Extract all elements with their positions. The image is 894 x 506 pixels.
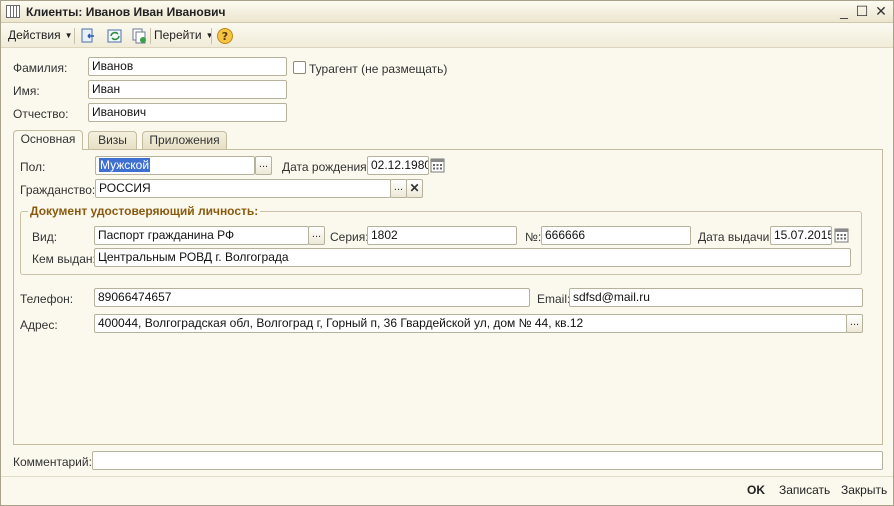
number-label: №: (525, 230, 542, 244)
save-button[interactable]: Записать (779, 483, 830, 497)
first-name-field[interactable]: Иван (88, 80, 287, 99)
close-window-button[interactable]: ✕ (873, 4, 889, 20)
table-icon (6, 5, 20, 18)
copy-icon[interactable] (130, 27, 148, 45)
issued-by-field[interactable]: Центральным РОВД г. Волгограда (94, 248, 851, 267)
email-field[interactable]: sdfsd@mail.ru (569, 288, 863, 307)
issue-date-field[interactable]: 15.07.2015 (770, 226, 832, 245)
citizenship-clear-button[interactable]: ✕ (406, 179, 423, 198)
identity-document-title: Документ удостоверяющий личность: (28, 204, 261, 218)
client-form-window: Клиенты: Иванов Иван Иванович _ ☐ ✕ Дейс… (0, 0, 894, 506)
caret-down-icon: ▼ (64, 31, 73, 40)
toolbar-separator (150, 28, 151, 44)
goto-menu-label: Перейти (154, 28, 202, 42)
title-bar[interactable]: Клиенты: Иванов Иван Иванович _ ☐ ✕ (1, 1, 893, 23)
gender-value: Мужской (99, 158, 151, 172)
middle-name-label: Отчество: (13, 107, 69, 121)
comment-label: Комментарий: (13, 455, 92, 469)
caret-down-icon: ▼ (205, 31, 214, 40)
number-field[interactable]: 666666 (541, 226, 691, 245)
toolbar-separator (211, 28, 212, 44)
citizenship-select-button[interactable]: ... (390, 179, 407, 198)
phone-field[interactable]: 89066474657 (94, 288, 530, 307)
doc-type-field[interactable]: Паспорт гражданина РФ (94, 226, 309, 245)
gender-select-button[interactable]: ... (255, 156, 272, 175)
first-name-label: Имя: (13, 84, 40, 98)
address-label: Адрес: (20, 318, 58, 332)
maximize-button[interactable]: ☐ (854, 4, 870, 20)
phone-label: Телефон: (20, 292, 74, 306)
series-label: Серия: (330, 230, 369, 244)
tab-attachments[interactable]: Приложения (142, 131, 227, 150)
close-button[interactable]: Закрыть (841, 483, 887, 497)
address-field[interactable]: 400044, Волгоградская обл, Волгоград г, … (94, 314, 847, 333)
citizenship-field[interactable]: РОССИЯ (95, 179, 391, 198)
tour-agent-label: Турагент (не размещать) (309, 62, 448, 76)
minimize-button[interactable]: _ (836, 4, 852, 20)
window-title: Клиенты: Иванов Иван Иванович (26, 5, 226, 19)
actions-menu[interactable]: Действия ▼ (8, 28, 73, 45)
gender-label: Пол: (20, 160, 46, 174)
birth-date-field[interactable]: 02.12.1980 (367, 156, 429, 175)
doc-type-label: Вид: (32, 230, 58, 244)
goto-menu[interactable]: Перейти ▼ (154, 28, 213, 45)
gender-field[interactable]: Мужской (95, 156, 255, 175)
birth-date-label: Дата рождения: (282, 160, 370, 174)
email-label: Email: (537, 292, 571, 306)
tab-main[interactable]: Основная (13, 130, 83, 150)
last-name-field[interactable]: Иванов (88, 57, 287, 76)
tour-agent-checkbox[interactable] (293, 61, 306, 74)
actions-menu-label: Действия (8, 28, 61, 42)
last-name-label: Фамилия: (13, 61, 68, 75)
doc-type-select-button[interactable]: ... (308, 226, 325, 245)
comment-field[interactable] (92, 451, 883, 470)
save-exit-icon[interactable] (79, 27, 97, 45)
issued-by-label: Кем выдан: (32, 252, 96, 266)
toolbar: Действия ▼ Перейти ▼ ? (1, 24, 893, 48)
address-select-button[interactable]: ... (846, 314, 863, 333)
refresh-icon[interactable] (106, 27, 124, 45)
issue-date-label: Дата выдачи: (698, 230, 773, 244)
ok-button[interactable]: OK (747, 483, 765, 497)
calendar-icon[interactable] (834, 227, 850, 244)
tab-visas[interactable]: Визы (88, 131, 137, 150)
toolbar-separator (74, 28, 75, 44)
svg-text:?: ? (222, 30, 228, 43)
help-icon[interactable]: ? (216, 27, 234, 45)
series-field[interactable]: 1802 (367, 226, 517, 245)
citizenship-label: Гражданство: (20, 183, 96, 197)
calendar-icon[interactable] (430, 157, 446, 174)
middle-name-field[interactable]: Иванович (88, 103, 287, 122)
